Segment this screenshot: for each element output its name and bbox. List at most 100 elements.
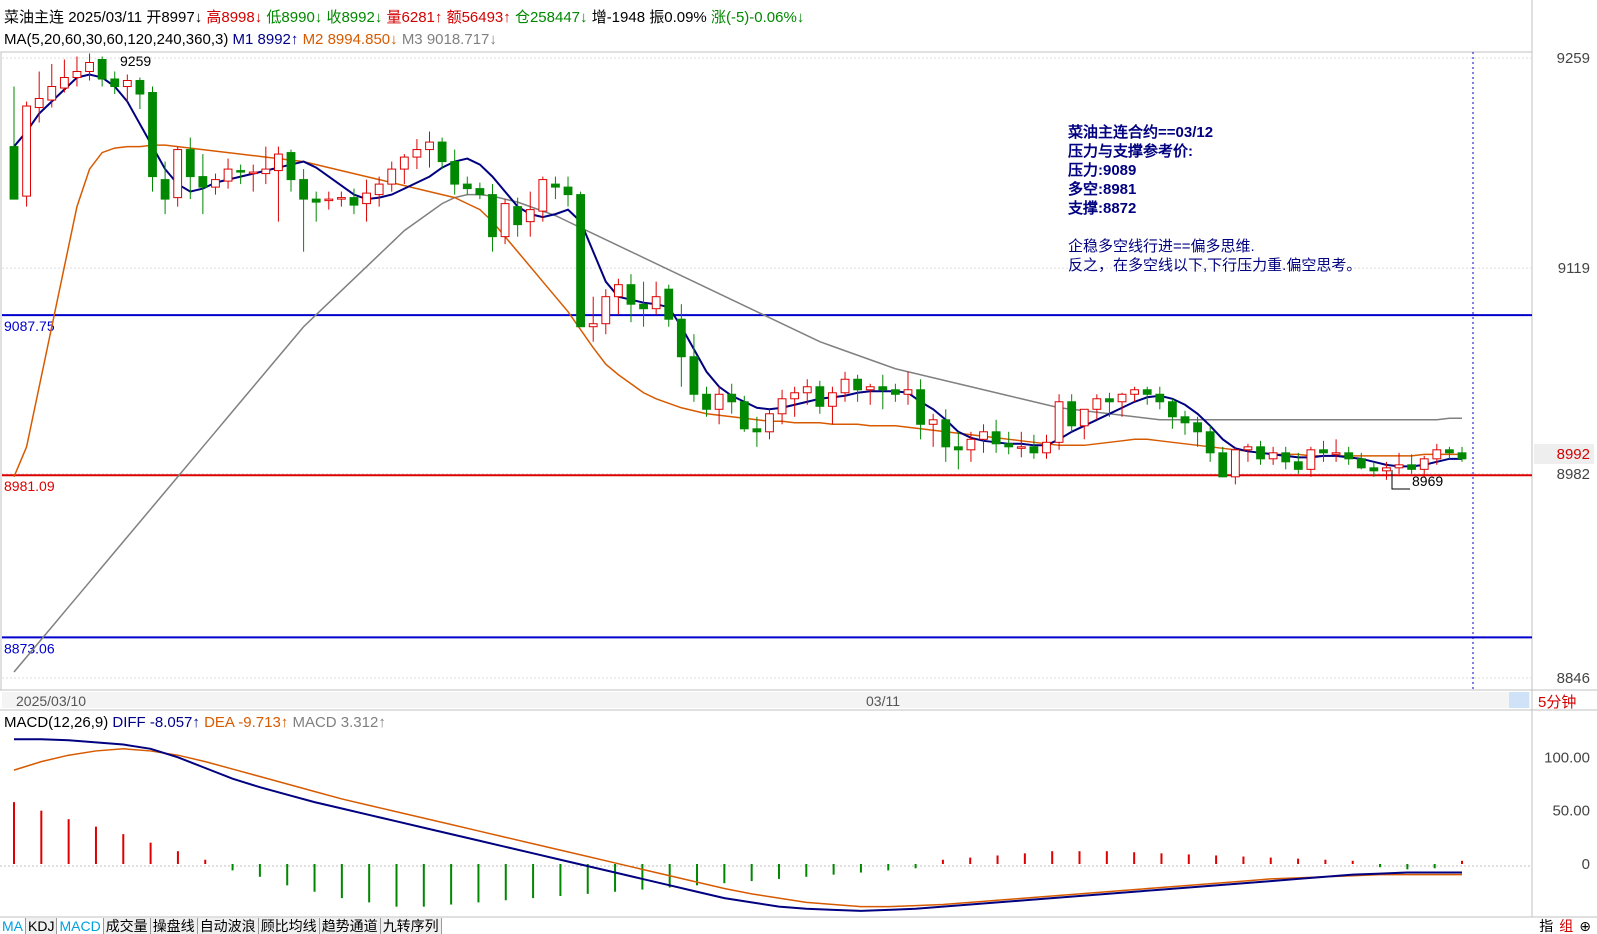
candle-body[interactable] [1042,441,1051,454]
candle-body[interactable] [601,296,611,325]
candle-body[interactable] [399,156,409,170]
candle-body[interactable] [59,77,69,89]
candle-body[interactable] [739,401,749,430]
tab-kdj[interactable]: KDJ [26,918,58,934]
candle-body[interactable] [387,168,397,185]
candle-body[interactable] [525,209,535,223]
candle-body[interactable] [135,80,145,95]
zoom-in-icon[interactable]: ⊕ [1579,918,1591,934]
candle-body[interactable] [802,386,812,394]
candle-body[interactable] [1457,452,1467,460]
candle-body[interactable] [1054,401,1064,443]
candle-body[interactable] [588,323,598,328]
candle-body[interactable] [1079,408,1089,427]
candle-body[interactable] [777,398,787,415]
candle-body[interactable] [1445,449,1454,454]
candle-body[interactable] [1394,464,1404,469]
candle-body[interactable] [1193,422,1202,433]
candle-body[interactable] [1004,443,1014,448]
candle-body[interactable] [979,431,988,440]
candle-body[interactable] [362,192,371,205]
candle-body[interactable] [450,161,460,185]
candle-body[interactable] [47,86,57,101]
candle-body[interactable] [651,296,661,310]
candle-body[interactable] [563,186,573,196]
candle-body[interactable] [85,62,94,73]
candle-body[interactable] [1167,401,1177,418]
candle-body[interactable] [1205,431,1215,454]
candle-body[interactable] [878,386,888,391]
candle-body[interactable] [815,386,825,407]
candle-body[interactable] [1142,389,1152,395]
tab-trend-channel[interactable]: 趋势通道 [319,918,381,934]
candle-body[interactable] [676,318,686,358]
candle-body[interactable] [1419,458,1429,470]
candle-body[interactable] [928,419,938,425]
candle-body[interactable] [513,206,523,226]
candle-body[interactable] [299,179,309,200]
candle-body[interactable] [1293,461,1303,470]
candle-body[interactable] [211,179,220,188]
candle-body[interactable] [274,153,283,172]
candle-body[interactable] [185,149,195,178]
candle-body[interactable] [727,393,737,403]
period-label[interactable]: 5分钟 [1538,691,1576,712]
candle-body[interactable] [790,392,800,400]
candle-body[interactable] [437,141,447,163]
candle-body[interactable] [1117,393,1127,403]
candle-body[interactable] [1243,446,1253,451]
candle-body[interactable] [664,288,674,320]
candle-body[interactable] [72,71,82,79]
candle-body[interactable] [1016,446,1026,449]
tab-volume[interactable]: 成交量 [103,918,151,934]
candle-body[interactable] [966,438,976,451]
candle-body[interactable] [991,431,1001,445]
candle-body[interactable] [286,152,296,181]
candle-body[interactable] [903,389,913,395]
tab-td-sequential[interactable]: 九转序列 [380,918,442,934]
candle-body[interactable] [488,194,497,238]
candle-body[interactable] [160,179,170,200]
candle-body[interactable] [1268,452,1278,460]
candle-body[interactable] [336,197,346,200]
candle-body[interactable] [639,303,648,310]
candle-body[interactable] [1256,446,1265,460]
candle-body[interactable] [324,198,334,202]
tab-macd[interactable]: MACD [57,918,104,934]
candle-body[interactable] [374,183,384,196]
candle-body[interactable] [1382,467,1391,472]
macd-params[interactable]: MACD(12,26,9) [4,714,108,731]
tab-ma[interactable]: MA [0,918,26,934]
candle-body[interactable] [22,105,31,197]
candle-body[interactable] [110,78,120,88]
scroll-indicator[interactable] [1509,692,1529,708]
tab-trading-line[interactable]: 操盘线 [150,918,198,934]
candle-body[interactable] [953,446,963,451]
candle-body[interactable] [551,183,560,188]
candle-body[interactable] [1067,401,1077,427]
candle-body[interactable] [538,179,548,212]
candle-body[interactable] [1105,398,1114,403]
candle-body[interactable] [9,146,19,200]
candle-body[interactable] [1306,449,1316,470]
candle-body[interactable] [840,378,850,394]
candle-body[interactable] [1407,464,1417,470]
candle-body[interactable] [475,188,485,196]
candle-body[interactable] [714,393,724,410]
candle-body[interactable] [462,183,472,190]
candle-body[interactable] [828,392,837,407]
candle-body[interactable] [148,92,157,178]
candle-body[interactable] [626,284,636,305]
candle-body[interactable] [1180,416,1190,424]
candle-body[interactable] [702,393,711,410]
candle-body[interactable] [1281,452,1291,463]
candle-body[interactable] [248,171,258,175]
candle-body[interactable] [853,378,863,391]
candle-body[interactable] [1319,449,1328,454]
candle-body[interactable] [689,356,699,395]
candle-body[interactable] [1155,393,1165,403]
candle-body[interactable] [97,59,107,80]
candle-body[interactable] [1344,452,1354,460]
candle-body[interactable] [223,168,233,182]
candle-body[interactable] [1130,389,1140,395]
